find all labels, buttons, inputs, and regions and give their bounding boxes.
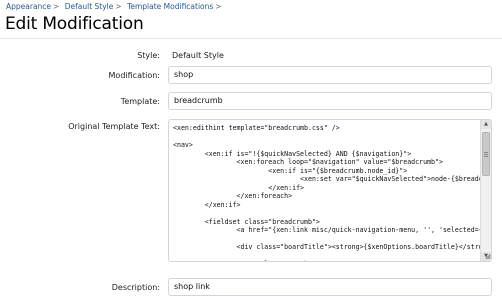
vertical-scrollbar[interactable]: ▲ ▼ (480, 120, 491, 261)
breadcrumb-item-default-style[interactable]: Default Style (65, 2, 114, 11)
triangle-up-icon[interactable]: ▲ (481, 120, 491, 129)
template-input[interactable]: breadcrumb (168, 92, 492, 110)
breadcrumb-separator: > (115, 2, 122, 11)
template-label: Template: (120, 97, 160, 106)
scroll-grip-line (484, 156, 488, 157)
scroll-grip-line (484, 154, 488, 155)
scroll-thumb[interactable] (482, 132, 490, 176)
code-line: <a href="{xen:link misc/quick-navigation… (236, 226, 480, 234)
header-divider (0, 38, 502, 39)
style-value: Default Style (172, 51, 224, 60)
modification-label: Modification: (108, 71, 160, 80)
code-line: <xen:set var="$quickNavSelected">node-{$… (300, 175, 480, 183)
code-line: </xen:foreach> (173, 192, 293, 200)
breadcrumb-separator: > (215, 2, 222, 11)
code-line: </xen:if> (173, 183, 305, 192)
style-label: Style: (137, 51, 160, 60)
breadcrumb-item-appearance[interactable]: Appearance (6, 2, 51, 11)
breadcrumb-separator: > (53, 2, 60, 11)
code-line: <xen:if is="{$breadcrumb.node_id}"> (173, 166, 408, 175)
breadcrumb: Appearance > Default Style > Template Modi… (6, 2, 225, 11)
modification-input[interactable]: shop (168, 66, 492, 84)
breadcrumb-item-template-modifications[interactable]: Template Modifications (127, 2, 213, 11)
code-line: <xen:edithint template="breadcrumb.css" … (173, 124, 340, 132)
code-line: <nav> (173, 141, 193, 149)
description-label: Description: (111, 283, 160, 292)
original-template-textarea[interactable]: <xen:edithint template="breadcrumb.css" … (168, 119, 492, 262)
code-line: <xen:if is="!{$quickNavSelected} AND {$n… (173, 149, 412, 158)
code-line: <fieldset class="breadcrumb"> (173, 217, 320, 226)
code-line: </xen:if> (173, 200, 241, 209)
code-line: <div class="boardTitle"><strong>{$xenOpt… (236, 243, 480, 251)
code-line: <xen:foreach loop="$navigation" value="$… (173, 158, 443, 166)
original-template-label: Original Template Text: (68, 122, 160, 131)
scroll-grip-line (484, 152, 488, 153)
description-input[interactable]: shop link (168, 278, 492, 296)
code-content[interactable]: <xen:edithint template="breadcrumb.css" … (169, 120, 480, 261)
page-title: Edit Modification (5, 14, 144, 34)
code-line: <span class="crumbs"> (173, 260, 476, 261)
